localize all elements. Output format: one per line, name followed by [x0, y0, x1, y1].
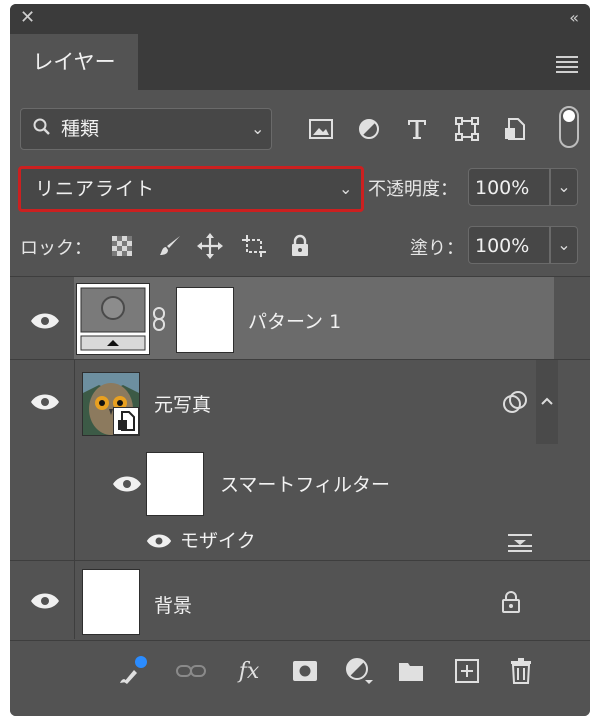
- chevron-down-icon: ⌄: [339, 179, 353, 198]
- shape-filter-icon[interactable]: [452, 114, 482, 144]
- owl-photo-thumbnail: [82, 372, 140, 436]
- tab-layers[interactable]: レイヤー: [10, 34, 138, 90]
- add-mask-icon[interactable]: [290, 656, 320, 686]
- brush-badge-icon[interactable]: [118, 656, 148, 686]
- lock-position-icon[interactable]: [196, 232, 224, 260]
- layer-name[interactable]: パターン 1: [248, 307, 341, 334]
- visibility-eye-icon[interactable]: [30, 311, 60, 331]
- opacity-input[interactable]: 100%: [468, 168, 550, 206]
- search-icon: [33, 117, 51, 142]
- collapse-icon[interactable]: ‹‹: [569, 8, 579, 28]
- visibility-eye-icon[interactable]: [146, 532, 172, 550]
- chevron-down-icon: ⌄: [251, 119, 265, 138]
- pattern-thumbnail: [76, 283, 150, 355]
- smart-object-filter-icon[interactable]: [500, 114, 530, 144]
- layers-panel: ✕ ‹‹ レイヤー 種類 ⌄ リニアライト ⌄ 不透明度： 100% ⌄ ロック…: [10, 4, 590, 716]
- background-thumbnail: [82, 569, 140, 635]
- lock-image-pixels-icon[interactable]: [156, 232, 184, 260]
- opacity-label: 不透明度：: [368, 179, 458, 200]
- lock-icon: [502, 591, 520, 613]
- lock-transparent-pixels-icon[interactable]: [108, 232, 136, 260]
- blend-mode-value: リニアライト: [35, 178, 156, 200]
- adjustment-filter-icon[interactable]: [354, 114, 384, 144]
- filter-name[interactable]: モザイク: [180, 526, 256, 553]
- lock-artboard-icon[interactable]: [240, 232, 268, 260]
- adjustment-layer-icon[interactable]: [344, 656, 374, 686]
- expand-collapse-toggle[interactable]: [536, 360, 558, 444]
- tab-bar: レイヤー: [10, 34, 590, 90]
- type-filter-icon[interactable]: [402, 114, 432, 144]
- filter-toggle[interactable]: [559, 106, 579, 148]
- filter-row-mosaic[interactable]: モザイク: [10, 522, 590, 560]
- panel-header-strip: ✕ ‹‹: [10, 4, 590, 34]
- group-folder-icon[interactable]: [396, 656, 426, 686]
- layer-name[interactable]: 元写真: [154, 390, 211, 417]
- smart-filter-row[interactable]: スマートフィルター: [10, 444, 590, 560]
- trash-icon[interactable]: [506, 656, 536, 686]
- layer-row-pattern[interactable]: パターン 1: [10, 277, 590, 359]
- filter-mask-thumbnail: [146, 452, 204, 516]
- smart-filter-blend-icon[interactable]: [502, 390, 528, 414]
- visibility-eye-icon[interactable]: [30, 591, 60, 611]
- filter-blending-options-icon[interactable]: [506, 532, 534, 554]
- link-layers-icon[interactable]: [176, 656, 206, 686]
- chevron-up-icon: [541, 397, 553, 405]
- layer-row-smart-object[interactable]: 元写真: [10, 360, 590, 444]
- filter-kind-label: 種類: [61, 118, 100, 140]
- lock-label: ロック：: [20, 238, 92, 259]
- layer-filter-select[interactable]: 種類 ⌄: [20, 108, 272, 150]
- layer-mask-thumbnail: [176, 287, 234, 353]
- fx-icon[interactable]: fx: [234, 656, 264, 686]
- layer-name[interactable]: 背景: [154, 591, 192, 618]
- new-layer-icon[interactable]: [452, 656, 482, 686]
- opacity-dropdown-button[interactable]: ⌄: [550, 168, 578, 206]
- visibility-eye-icon[interactable]: [112, 474, 142, 494]
- blend-mode-select[interactable]: リニアライト ⌄: [18, 166, 364, 212]
- close-icon[interactable]: ✕: [20, 8, 35, 28]
- smart-object-badge-icon: [113, 407, 139, 435]
- fill-label: 塗り：: [410, 238, 464, 259]
- smart-filter-label[interactable]: スマートフィルター: [220, 470, 390, 497]
- layer-row-background[interactable]: 背景: [10, 561, 590, 639]
- fill-dropdown-button[interactable]: ⌄: [550, 226, 578, 264]
- panel-menu-icon[interactable]: [556, 56, 578, 76]
- image-filter-icon[interactable]: [306, 114, 336, 144]
- link-chain-icon[interactable]: [150, 307, 168, 331]
- lock-all-icon[interactable]: [286, 232, 314, 260]
- fill-input[interactable]: 100%: [468, 226, 550, 264]
- visibility-eye-icon[interactable]: [30, 392, 60, 412]
